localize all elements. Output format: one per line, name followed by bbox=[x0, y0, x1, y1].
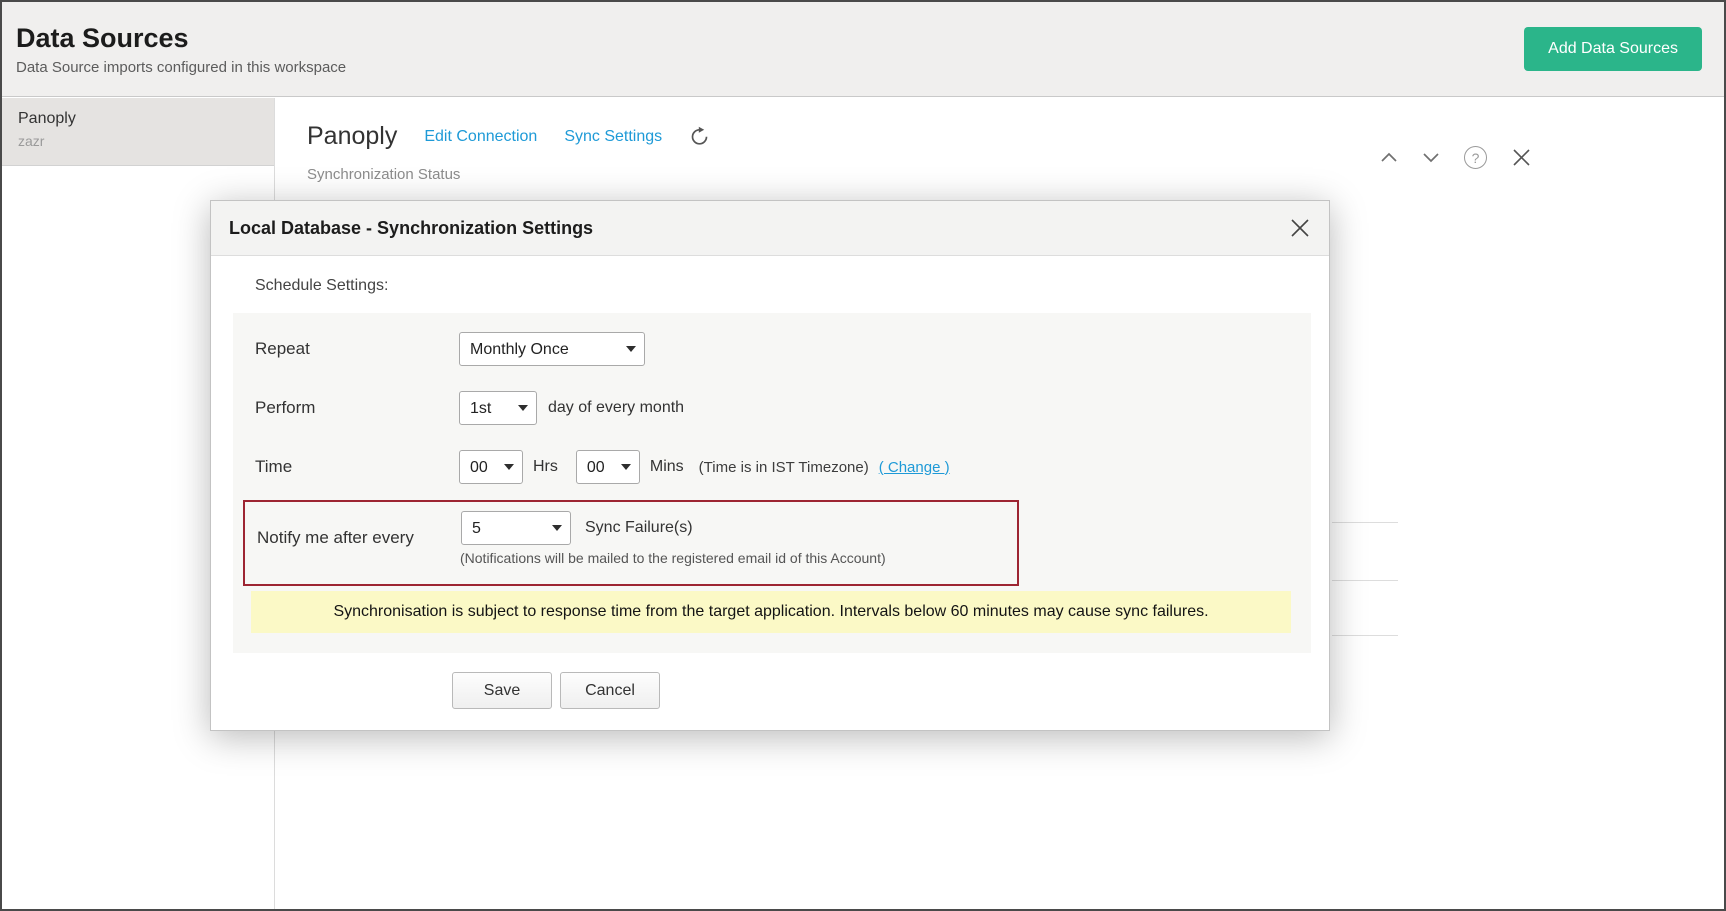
hours-unit-label: Hrs bbox=[533, 458, 558, 476]
datasource-workspace: zazr bbox=[18, 133, 258, 149]
table-row-separator bbox=[1332, 635, 1398, 636]
modal-header: Local Database - Synchronization Setting… bbox=[211, 201, 1329, 256]
timezone-note: (Time is in IST Timezone) bbox=[699, 459, 869, 476]
repeat-row: Repeat Monthly Once bbox=[255, 331, 645, 367]
perform-row: Perform 1st day of every month bbox=[255, 390, 684, 426]
page: Data Sources Data Source imports configu… bbox=[0, 0, 1726, 911]
cancel-button[interactable]: Cancel bbox=[560, 672, 660, 709]
modal-close-icon[interactable] bbox=[1289, 217, 1311, 239]
edit-connection-link[interactable]: Edit Connection bbox=[424, 128, 537, 146]
change-timezone-link[interactable]: ( Change ) bbox=[879, 459, 950, 476]
content-header: Panoply Edit Connection Sync Settings bbox=[307, 122, 710, 151]
datasource-title: Panoply bbox=[307, 122, 397, 151]
chevron-down-icon[interactable] bbox=[1422, 152, 1440, 163]
page-header: Data Sources Data Source imports configu… bbox=[2, 2, 1724, 97]
datasource-name: Panoply bbox=[18, 110, 258, 128]
time-row: Time 00 Hrs 00 Mins (Time is in IST Time… bbox=[255, 449, 950, 485]
sync-status-label: Synchronization Status bbox=[307, 166, 460, 183]
notify-label: Notify me after every bbox=[257, 520, 414, 556]
save-button[interactable]: Save bbox=[452, 672, 552, 709]
sync-warning-banner: Synchronisation is subject to response t… bbox=[251, 591, 1291, 633]
repeat-select-wrap: Monthly Once bbox=[459, 332, 645, 366]
sidebar-item-panoply[interactable]: Panoply zazr bbox=[2, 98, 274, 166]
sync-settings-link[interactable]: Sync Settings bbox=[564, 128, 662, 146]
minutes-select[interactable]: 00 bbox=[576, 450, 640, 484]
schedule-settings-label: Schedule Settings: bbox=[255, 277, 388, 295]
repeat-label: Repeat bbox=[255, 339, 459, 359]
notify-controls: 5 Sync Failure(s) bbox=[461, 511, 693, 545]
sync-settings-modal: Local Database - Synchronization Setting… bbox=[210, 200, 1330, 731]
perform-day-select-wrap: 1st bbox=[459, 391, 537, 425]
schedule-settings-panel: Repeat Monthly Once Perform 1st day of e… bbox=[233, 313, 1311, 653]
perform-day-select[interactable]: 1st bbox=[459, 391, 537, 425]
hours-select-wrap: 00 bbox=[459, 450, 523, 484]
repeat-select[interactable]: Monthly Once bbox=[459, 332, 645, 366]
perform-suffix: day of every month bbox=[548, 399, 684, 417]
help-icon[interactable]: ? bbox=[1464, 146, 1487, 169]
page-header-text: Data Sources Data Source imports configu… bbox=[16, 23, 346, 76]
modal-title: Local Database - Synchronization Setting… bbox=[229, 218, 593, 239]
notify-count-select-wrap: 5 bbox=[461, 511, 571, 545]
add-data-sources-button[interactable]: Add Data Sources bbox=[1524, 27, 1702, 71]
hours-select[interactable]: 00 bbox=[459, 450, 523, 484]
minutes-unit-label: Mins bbox=[650, 458, 684, 476]
notify-suffix: Sync Failure(s) bbox=[585, 519, 693, 537]
close-icon[interactable] bbox=[1511, 147, 1532, 168]
panel-toolbar: ? bbox=[1380, 146, 1532, 169]
refresh-icon[interactable] bbox=[689, 126, 710, 147]
table-row-separator bbox=[1332, 522, 1398, 523]
modal-buttons: Save Cancel bbox=[452, 672, 660, 709]
notify-note: (Notifications will be mailed to the reg… bbox=[460, 550, 886, 566]
page-subtitle: Data Source imports configured in this w… bbox=[16, 59, 346, 76]
notify-highlight-box: Notify me after every 5 Sync Failure(s) … bbox=[243, 500, 1019, 586]
perform-label: Perform bbox=[255, 398, 459, 418]
page-title: Data Sources bbox=[16, 23, 346, 54]
minutes-select-wrap: 00 bbox=[576, 450, 640, 484]
notify-count-select[interactable]: 5 bbox=[461, 511, 571, 545]
table-row-separator bbox=[1332, 580, 1398, 581]
chevron-up-icon[interactable] bbox=[1380, 152, 1398, 163]
time-label: Time bbox=[255, 457, 459, 477]
